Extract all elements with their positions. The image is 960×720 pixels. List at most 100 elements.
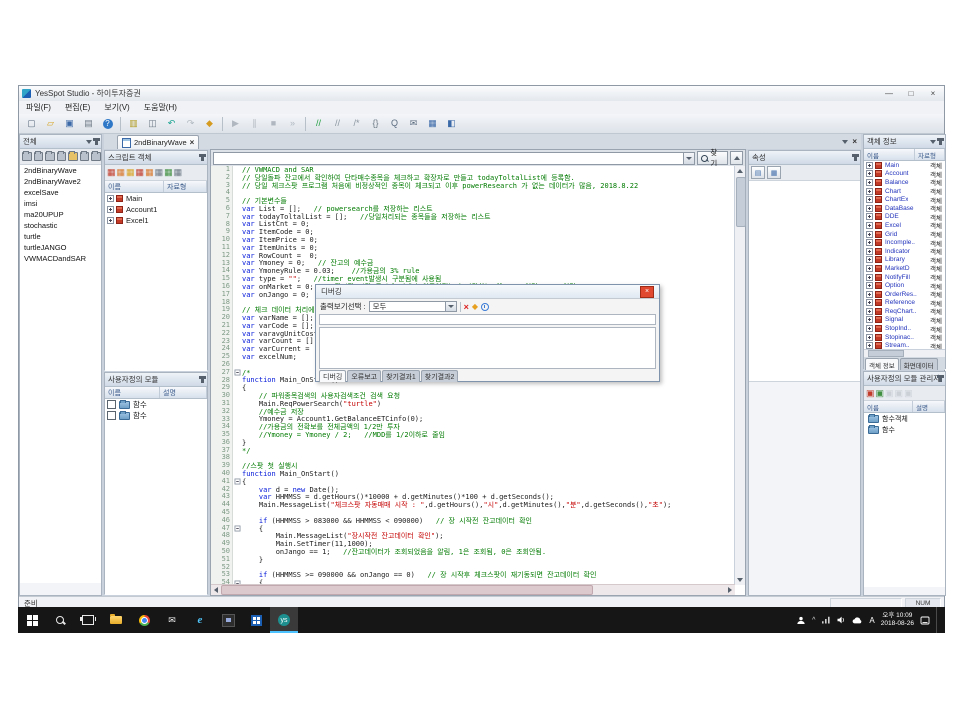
column-type[interactable]: 자료형 (915, 149, 945, 160)
module-row[interactable]: 함수 (105, 399, 207, 410)
object-row[interactable]: Incomple..객체 (864, 238, 945, 247)
module-checkbox[interactable] (107, 411, 116, 420)
expander-icon[interactable] (866, 170, 873, 177)
window-icon[interactable]: ▦ (424, 116, 441, 132)
object-row[interactable]: Balance객체 (864, 178, 945, 187)
folder-icon[interactable] (57, 152, 67, 161)
folder-icon[interactable] (68, 152, 78, 161)
folder-icon[interactable] (22, 152, 32, 161)
show-desktop-button[interactable] (936, 607, 941, 633)
column-name[interactable]: 이름 (864, 149, 915, 160)
folder-icon[interactable] (45, 152, 55, 161)
block-comment-icon[interactable]: /* (348, 116, 365, 132)
object-row[interactable]: DDE객체 (864, 213, 945, 222)
alert-icon[interactable]: ◆ (201, 116, 218, 132)
undo-icon[interactable]: ↶ (163, 116, 180, 132)
network-icon[interactable] (821, 616, 831, 624)
expander-icon[interactable] (866, 342, 873, 349)
object-row[interactable]: Grid객체 (864, 230, 945, 239)
expander-icon[interactable] (866, 325, 873, 332)
file-explorer-icon[interactable] (102, 607, 130, 633)
categorized-view-icon[interactable]: ▤ (751, 166, 765, 179)
object-row[interactable]: Option객체 (864, 281, 945, 290)
expander-icon[interactable] (866, 274, 873, 281)
properties-grid[interactable] (749, 181, 860, 382)
column-name[interactable]: 이름 (105, 387, 160, 398)
expander-icon[interactable] (866, 299, 873, 306)
yesspot-app-icon[interactable]: ys (270, 607, 298, 633)
object-row[interactable]: Reference객체 (864, 299, 945, 308)
module-row[interactable]: 함수객체 (864, 413, 945, 424)
debug-tab-0[interactable]: 디버깅 (319, 370, 346, 382)
tree-item[interactable]: turtle (20, 231, 101, 242)
start-button[interactable] (18, 607, 46, 633)
menu-item-1[interactable]: 편집(E) (58, 102, 97, 113)
expander-icon[interactable] (866, 291, 873, 298)
expander-icon[interactable] (866, 334, 873, 341)
chevron-down-icon[interactable] (86, 140, 92, 144)
debug-input[interactable] (319, 314, 656, 325)
expander-icon[interactable] (866, 179, 873, 186)
scroll-down-icon[interactable] (737, 578, 743, 582)
export-icon[interactable]: ◫ (144, 116, 161, 132)
trading-app-icon[interactable] (242, 607, 270, 633)
timestamp-icon[interactable] (481, 303, 489, 311)
module-row[interactable]: 함수 (105, 410, 207, 421)
column-desc[interactable]: 설명 (160, 387, 207, 398)
collapse-button[interactable] (730, 151, 743, 165)
object-row[interactable]: Indicator객체 (864, 247, 945, 256)
comment-icon[interactable]: // (310, 116, 327, 132)
pin-icon[interactable] (939, 375, 942, 382)
object-row[interactable]: Chart객체 (864, 187, 945, 196)
debug-output-list[interactable] (319, 327, 656, 369)
expander-icon[interactable] (866, 222, 873, 229)
module-row[interactable]: 함수 (864, 424, 945, 435)
expander-icon[interactable] (866, 231, 873, 238)
horizontal-scrollbar[interactable] (211, 584, 735, 595)
object-row[interactable]: NotifyFill객체 (864, 273, 945, 282)
tree-item[interactable]: 2ndBinaryWave (20, 165, 101, 176)
object-row[interactable]: Excel1 (105, 215, 207, 226)
debug-tab-3[interactable]: 찾기결과2 (421, 370, 459, 382)
combobox-dropdown-button[interactable] (683, 153, 694, 164)
action-center-icon[interactable] (920, 616, 930, 625)
chevron-down-icon[interactable] (930, 140, 936, 144)
add-module-icon[interactable]: ▣ (866, 389, 875, 398)
folder-icon[interactable] (91, 152, 101, 161)
uncomment-icon[interactable]: // (329, 116, 346, 132)
debug-tab-1[interactable]: 오류보고 (347, 370, 381, 382)
object-row[interactable]: Account1 (105, 204, 207, 215)
mail-icon[interactable]: ✉ (158, 607, 186, 633)
search-icon[interactable] (46, 607, 74, 633)
clock[interactable]: 오후 10:09 2018-08-26 (881, 612, 914, 628)
column-name[interactable]: 이름 (105, 181, 164, 192)
scroll-right-icon[interactable] (728, 587, 732, 593)
expander-icon[interactable] (866, 316, 873, 323)
pin-icon[interactable] (854, 154, 857, 161)
scroll-up-icon[interactable] (737, 169, 743, 173)
object-row[interactable]: DataBase객체 (864, 204, 945, 213)
grid-object-icon[interactable]: ▦ (155, 168, 164, 177)
delete-object-icon[interactable]: ▦ (174, 168, 183, 177)
hidden-icons-chevron[interactable]: ^ (812, 617, 815, 624)
pin-icon[interactable] (201, 376, 204, 383)
tree-item[interactable]: excelSave (20, 187, 101, 198)
volume-icon[interactable] (837, 616, 846, 624)
column-type[interactable]: 자료형 (164, 181, 207, 192)
object-row[interactable]: Stopinac..객체 (864, 333, 945, 342)
expander-icon[interactable] (107, 206, 114, 213)
tree-item[interactable]: 2ndBinaryWave2 (20, 176, 101, 187)
scroll-left-icon[interactable] (214, 587, 218, 593)
ime-indicator[interactable]: A (869, 616, 874, 625)
tab-list-icon[interactable] (842, 140, 848, 144)
vertical-scrollbar[interactable] (734, 166, 745, 585)
fold-icon[interactable] (235, 370, 241, 376)
find-button[interactable]: 찾기 (697, 151, 728, 165)
open-icon[interactable]: ▱ (42, 116, 59, 132)
help-icon[interactable]: ? (99, 116, 116, 132)
layout-icon[interactable]: ◧ (443, 116, 460, 132)
pin-icon[interactable] (95, 138, 98, 145)
folder-icon[interactable] (80, 152, 90, 161)
chrome-icon[interactable] (130, 607, 158, 633)
braces-icon[interactable]: {} (367, 116, 384, 132)
